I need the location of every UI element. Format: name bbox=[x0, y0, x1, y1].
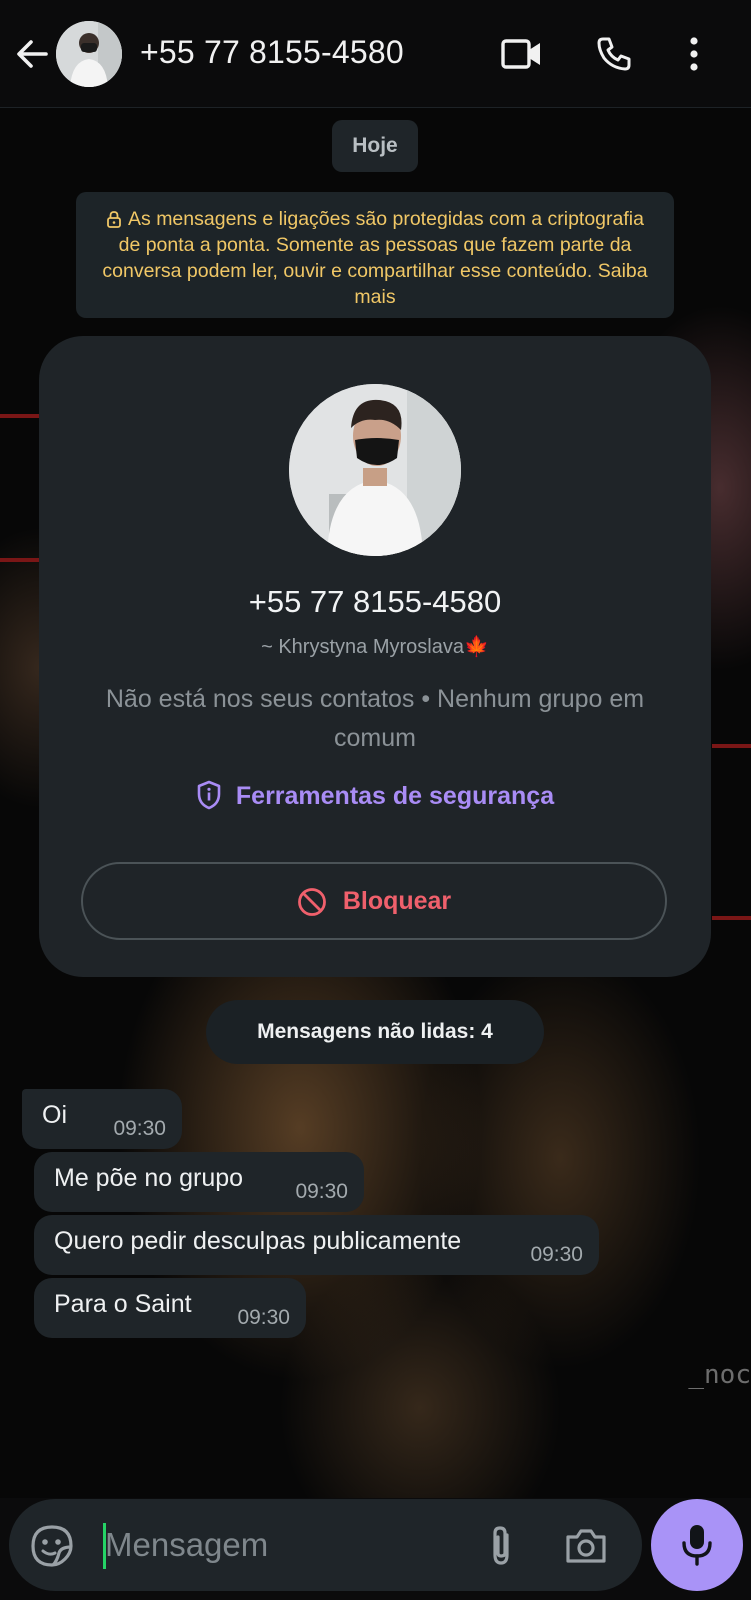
wallpaper-text: _noc bbox=[688, 1360, 751, 1390]
sticker-icon bbox=[31, 1525, 73, 1567]
block-button[interactable]: Bloquear bbox=[81, 862, 667, 940]
encryption-notice[interactable]: As mensagens e ligações são protegidas c… bbox=[76, 192, 674, 318]
more-vert-icon bbox=[690, 37, 698, 71]
message-text: Para o Saint bbox=[54, 1290, 192, 1318]
wallpaper-stripe bbox=[712, 916, 751, 920]
message-time: 09:30 bbox=[530, 1243, 583, 1266]
contact-card-avatar[interactable] bbox=[289, 384, 461, 556]
block-label: Bloquear bbox=[342, 887, 452, 915]
message-text: Me põe no grupo bbox=[54, 1164, 244, 1192]
encryption-notice-text: As mensagens e ligações são protegidas c… bbox=[102, 208, 648, 308]
back-button[interactable] bbox=[12, 34, 52, 74]
video-call-icon bbox=[501, 39, 540, 69]
contact-card-info: Não está nos seus contatos • Nenhum grup… bbox=[105, 685, 645, 752]
unread-messages-chip: Mensagens não lidas: 4 bbox=[206, 1000, 544, 1064]
message-bubble[interactable]: Me põe no grupo 09:30 bbox=[34, 1152, 364, 1212]
sticker-button[interactable] bbox=[29, 1523, 75, 1569]
lock-icon bbox=[107, 211, 121, 228]
wallpaper-stripe bbox=[712, 744, 751, 748]
message-time: 09:30 bbox=[295, 1180, 348, 1203]
attach-icon bbox=[493, 1526, 509, 1565]
shield-info-icon bbox=[197, 780, 221, 810]
contact-card-name: ~ Khrystyna Myroslava🍁 bbox=[261, 636, 489, 658]
message-text: Oi bbox=[42, 1101, 67, 1129]
message-bubble[interactable]: Quero pedir desculpas publicamente 09:30 bbox=[34, 1215, 599, 1275]
message-input[interactable] bbox=[97, 1513, 467, 1577]
message-time: 09:30 bbox=[237, 1306, 290, 1329]
avatar-photo bbox=[56, 21, 122, 87]
camera-icon bbox=[566, 1529, 606, 1563]
avatar-photo bbox=[289, 384, 461, 556]
date-chip: Hoje bbox=[332, 120, 418, 172]
wallpaper-stripe bbox=[0, 414, 40, 418]
contact-card-phone: +55 77 8155-4580 bbox=[248, 584, 502, 619]
contact-avatar[interactable] bbox=[56, 21, 122, 87]
contact-title[interactable]: +55 77 8155-4580 bbox=[140, 34, 404, 71]
arrow-left-icon bbox=[17, 40, 48, 68]
wallpaper-stripe bbox=[0, 558, 40, 562]
message-text: Quero pedir desculpas publicamente bbox=[54, 1227, 462, 1255]
more-options-button[interactable] bbox=[686, 34, 702, 74]
safety-tools-link[interactable]: Ferramentas de segurança bbox=[39, 780, 711, 811]
video-call-button[interactable] bbox=[500, 34, 544, 74]
message-bubble[interactable]: Para o Saint 09:30 bbox=[34, 1278, 306, 1338]
mic-icon bbox=[682, 1525, 712, 1566]
voice-call-button[interactable] bbox=[594, 34, 638, 74]
message-time: 09:30 bbox=[113, 1117, 166, 1140]
voice-call-icon bbox=[597, 37, 631, 71]
camera-button[interactable] bbox=[563, 1523, 609, 1569]
voice-message-button[interactable] bbox=[651, 1499, 743, 1591]
chat-header: +55 77 8155-4580 bbox=[0, 0, 751, 108]
block-icon bbox=[297, 888, 326, 916]
message-composer bbox=[9, 1499, 642, 1591]
contact-card: +55 77 8155-4580 ~ Khrystyna Myroslava🍁 … bbox=[39, 336, 711, 977]
attach-button[interactable] bbox=[479, 1523, 525, 1569]
message-bubble[interactable]: Oi 09:30 bbox=[22, 1089, 182, 1149]
safety-tools-label: Ferramentas de segurança bbox=[235, 782, 555, 810]
